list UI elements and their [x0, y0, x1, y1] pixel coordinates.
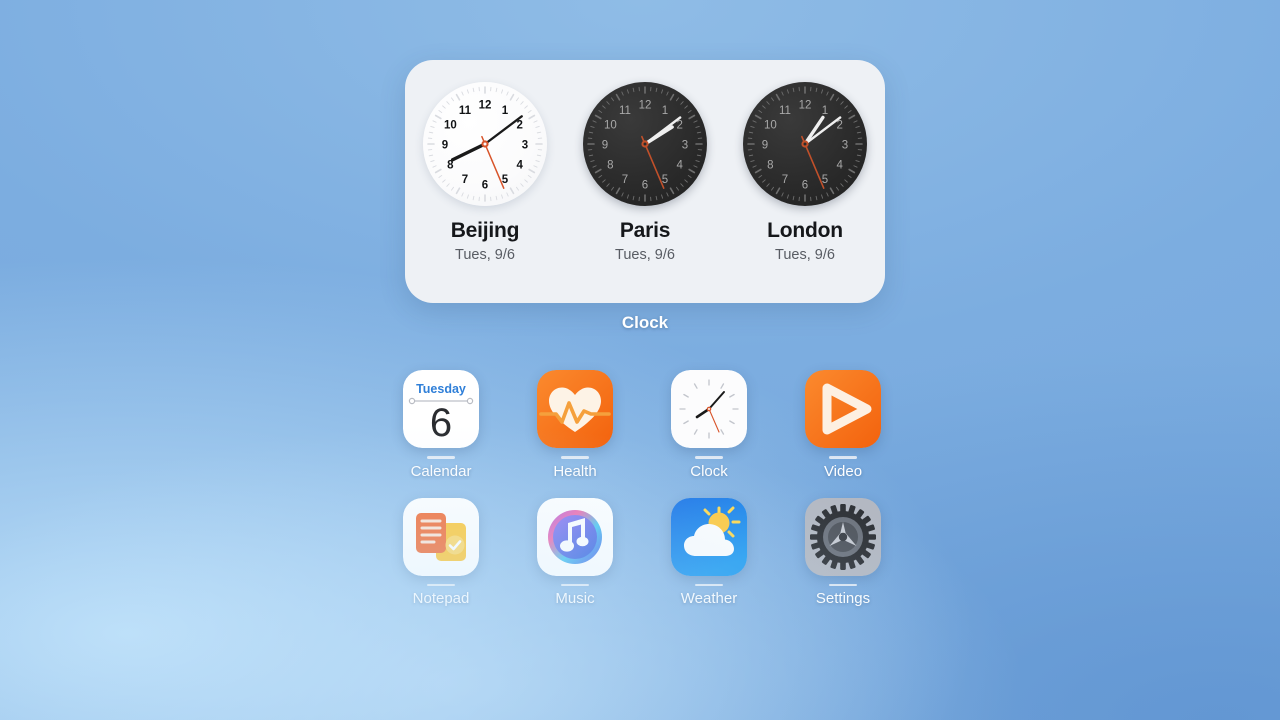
app-calendar[interactable]: Tuesday 6 Calendar: [392, 370, 490, 480]
widget-title: Clock: [621, 313, 669, 332]
app-label: Health: [553, 462, 597, 480]
app-underline: [829, 456, 857, 459]
clock-widget[interactable]: 12 1 2 3 4 5 6 7 8 9 10 11 Beijing Tues, 9/6 12 1 2 3 4…: [405, 60, 885, 303]
app-underline: [561, 583, 589, 586]
svg-text:9: 9: [602, 140, 608, 152]
svg-text:4: 4: [516, 160, 523, 172]
city-name: London: [767, 219, 843, 242]
svg-text:7: 7: [622, 174, 628, 186]
svg-text:7: 7: [462, 174, 468, 186]
app-label: Settings: [815, 590, 871, 607]
app-label: Video: [823, 462, 863, 480]
svg-text:8: 8: [767, 160, 773, 172]
svg-text:2: 2: [836, 120, 842, 132]
health-heart-icon[interactable]: [537, 370, 613, 448]
svg-text:7: 7: [782, 174, 788, 186]
app-underline: [427, 583, 455, 586]
svg-text:10: 10: [444, 120, 457, 132]
svg-text:9: 9: [442, 140, 448, 152]
svg-text:1: 1: [662, 105, 668, 117]
svg-text:3: 3: [522, 140, 528, 152]
svg-text:11: 11: [459, 105, 472, 117]
app-underline: [695, 583, 723, 586]
app-settings[interactable]: Settings: [794, 497, 892, 607]
settings-gear-icon[interactable]: [805, 497, 881, 576]
app-underline: [561, 456, 589, 459]
svg-text:3: 3: [682, 140, 688, 152]
clock-dial-beijing: 12 1234567891011: [427, 86, 543, 202]
city-date: Tues, 9/6: [455, 247, 515, 263]
app-underline: [829, 583, 857, 586]
clock-icon[interactable]: [671, 370, 747, 448]
world-clock-paris[interactable]: 12 1 2 3 4 5 6 7 8 9 10 11 Paris Tues, 9/6: [570, 82, 720, 263]
svg-text:2: 2: [676, 120, 682, 132]
app-notepad[interactable]: Notepad: [392, 497, 490, 607]
app-grid: Tuesday 6 Calendar Health Clock Video No…: [392, 370, 892, 625]
home-screen-wallpaper: 12 1 2 3 4 5 6 7 8 9 10 11 Beijing Tues, 9/6 12 1 2 3 4…: [0, 0, 1280, 720]
app-clock[interactable]: Clock: [660, 370, 758, 480]
app-underline: [695, 456, 723, 459]
city-date: Tues, 9/6: [775, 247, 835, 263]
app-label: Weather: [680, 590, 738, 607]
svg-text:10: 10: [764, 120, 777, 132]
svg-text:6: 6: [430, 401, 452, 445]
app-weather[interactable]: Weather: [660, 497, 758, 607]
clock-dial-paris: 12 1234567891011: [587, 86, 703, 202]
svg-text:8: 8: [607, 160, 613, 172]
clock-dial-london: 12 1234567891011: [747, 86, 863, 202]
notepad-icon[interactable]: [403, 497, 479, 576]
svg-text:12: 12: [639, 100, 652, 112]
city-name: Beijing: [450, 219, 520, 242]
calendar-icon[interactable]: Tuesday 6: [403, 370, 479, 448]
analog-clock-face-paris: 12 1 2 3 4 5 6 7 8 9 10 11: [583, 82, 707, 206]
app-label: Notepad: [412, 590, 470, 607]
app-underline: [427, 456, 455, 459]
app-row-2: Notepad Music Weather Settings: [392, 497, 892, 607]
svg-text:11: 11: [779, 105, 791, 117]
svg-text:6: 6: [642, 180, 648, 192]
app-row-1: Tuesday 6 Calendar Health Clock Video: [392, 370, 892, 480]
world-clock-beijing[interactable]: 12 1 2 3 4 5 6 7 8 9 10 11 Beijing Tues, 9/6: [410, 82, 560, 263]
svg-text:12: 12: [799, 100, 812, 112]
city-name: Paris: [619, 219, 671, 242]
app-video[interactable]: Video: [794, 370, 892, 480]
svg-text:9: 9: [762, 140, 768, 152]
svg-text:4: 4: [676, 160, 683, 172]
svg-text:1: 1: [502, 105, 509, 117]
svg-text:12: 12: [479, 100, 492, 112]
app-music[interactable]: Music: [526, 497, 624, 607]
svg-text:11: 11: [619, 105, 631, 117]
app-health[interactable]: Health: [526, 370, 624, 480]
svg-text:3: 3: [842, 140, 848, 152]
city-date: Tues, 9/6: [615, 247, 675, 263]
svg-text:6: 6: [802, 180, 808, 192]
world-clock-london[interactable]: 12 1 2 3 4 5 6 7 8 9 10 11 London Tues, 9/6: [730, 82, 880, 263]
svg-text:10: 10: [604, 120, 617, 132]
svg-text:Tuesday: Tuesday: [416, 382, 466, 396]
app-label: Calendar: [410, 462, 472, 480]
app-label: Clock: [690, 462, 728, 480]
svg-text:2: 2: [516, 120, 522, 132]
music-note-icon[interactable]: [537, 497, 613, 576]
analog-clock-face-beijing: 12 1 2 3 4 5 6 7 8 9 10 11: [423, 82, 547, 206]
svg-text:4: 4: [836, 160, 843, 172]
analog-clock-face-london: 12 1 2 3 4 5 6 7 8 9 10 11: [743, 82, 867, 206]
svg-text:1: 1: [822, 105, 828, 117]
video-play-icon[interactable]: [805, 370, 881, 448]
svg-text:6: 6: [482, 180, 488, 192]
app-label: Music: [555, 590, 595, 607]
weather-sun-cloud-icon[interactable]: [671, 497, 747, 576]
